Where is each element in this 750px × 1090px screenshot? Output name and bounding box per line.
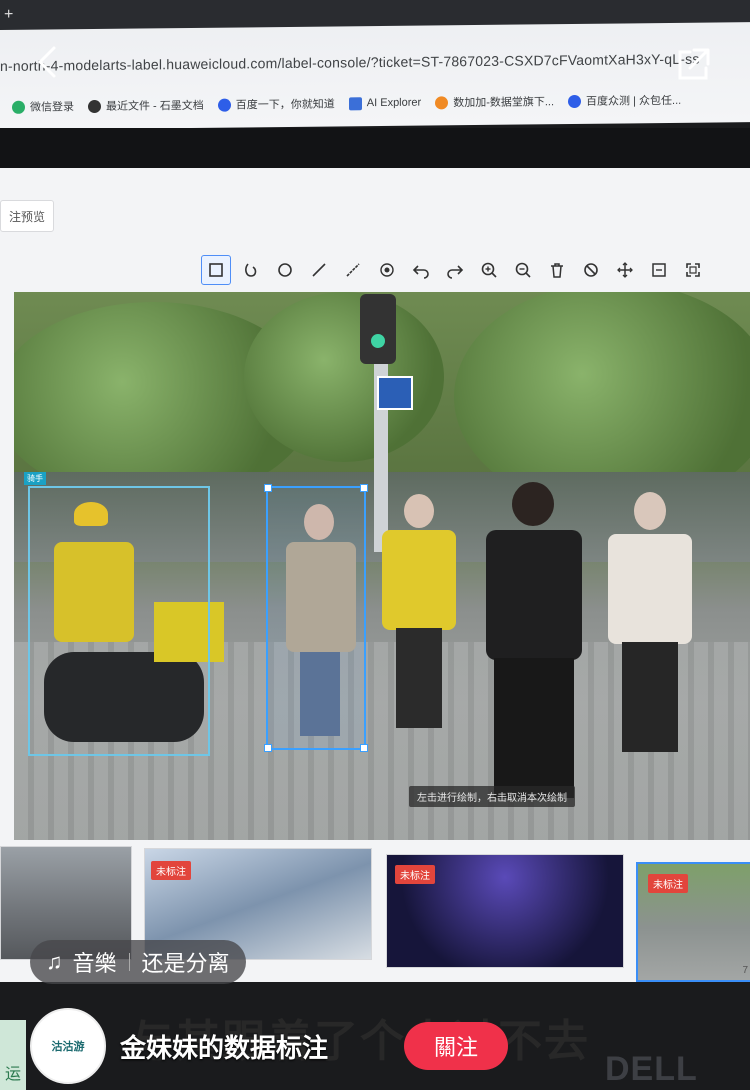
move-icon[interactable] (608, 255, 642, 285)
unlabeled-tag: 未标注 (395, 865, 435, 884)
music-label: 音樂 (72, 951, 117, 976)
point-tool-icon[interactable] (370, 255, 404, 285)
resize-handle[interactable] (264, 744, 272, 752)
annotation-box-rider[interactable] (28, 486, 210, 756)
white-sweater-person (604, 490, 694, 760)
traffic-light (360, 294, 396, 364)
share-icon[interactable] (672, 44, 714, 86)
shimo-icon (88, 99, 101, 113)
redo-icon[interactable] (438, 255, 472, 285)
music-note-icon: ♫ (46, 949, 63, 974)
browser-tab-bar: + (0, 0, 750, 30)
annotation-label: 骑手 (24, 472, 46, 485)
tree-foliage (244, 292, 444, 462)
circle-tool-icon[interactable] (268, 255, 302, 285)
fullscreen-icon[interactable] (676, 255, 710, 285)
bookmark-item[interactable]: AI Explorer (348, 96, 421, 110)
resize-handle[interactable] (264, 484, 272, 492)
green-signal (371, 334, 385, 348)
fit-icon[interactable] (642, 255, 676, 285)
yellow-jacket-person (376, 492, 462, 742)
new-tab-button[interactable]: + (4, 6, 13, 24)
music-bar[interactable]: ♫ 音樂 还是分离 (30, 940, 246, 984)
baidu-crowd-icon (568, 94, 582, 108)
back-icon[interactable] (30, 44, 66, 80)
monitor-brand-logo: DELL (605, 1050, 698, 1088)
annotation-toolbar (198, 254, 710, 286)
avatar[interactable]: 沽沽游 (30, 1008, 106, 1084)
baidu-icon (217, 98, 231, 112)
thumbnail-item[interactable]: 未标注 (386, 854, 624, 968)
bookmarks-bar: 微信登录 最近文件 - 石墨文档 百度一下，你就知道 AI Explorer 数… (0, 84, 750, 122)
bookmark-item[interactable]: 百度一下，你就知道 (217, 95, 335, 112)
bookmark-item[interactable]: 最近文件 - 石墨文档 (88, 97, 204, 114)
ai-icon (348, 96, 362, 110)
crosswalk-sign (377, 376, 413, 410)
unlabeled-tag: 未标注 (648, 874, 688, 893)
music-title: 还是分离 (141, 951, 230, 976)
drawing-hint: 左击进行绘制，右击取消本次绘制 (409, 786, 575, 807)
avatar-text: 沽沽游 (51, 1041, 85, 1053)
zoom-in-icon[interactable] (472, 255, 506, 285)
undo-icon[interactable] (404, 255, 438, 285)
dark-clothes-person (474, 482, 594, 812)
corner-badge: 运 (0, 1020, 26, 1090)
wechat-icon (12, 100, 25, 114)
browser-window: + n-north-4-modelarts-label.huaweicloud.… (0, 0, 750, 130)
rectangle-tool-icon[interactable] (201, 255, 231, 285)
follow-button[interactable]: 關注 (404, 1022, 508, 1070)
unlabeled-tag: 未标注 (151, 861, 191, 880)
bookmark-item[interactable]: 数加加-数据堂旗下... (435, 93, 554, 110)
shujiajia-icon (435, 95, 449, 109)
dashed-line-tool-icon[interactable] (336, 255, 370, 285)
preview-button[interactable]: 注预览 (0, 200, 54, 232)
hide-icon[interactable] (574, 255, 608, 285)
line-tool-icon[interactable] (302, 255, 336, 285)
page-number: 7 (742, 965, 748, 976)
bookmark-item[interactable]: 百度众测 | 众包任... (568, 92, 681, 109)
resize-handle[interactable] (360, 744, 368, 752)
zoom-out-icon[interactable] (506, 255, 540, 285)
monitor-bezel (0, 128, 750, 170)
address-bar[interactable]: n-north-4-modelarts-label.huaweicloud.co… (0, 51, 700, 74)
delete-icon[interactable] (540, 255, 574, 285)
polygon-tool-icon[interactable] (234, 255, 268, 285)
author-name[interactable]: 金妹妹的数据标注 (120, 1028, 328, 1065)
divider (128, 953, 130, 971)
annotation-box-selected[interactable] (264, 484, 368, 752)
thumbnail-item-selected[interactable]: 未标注 7 (636, 862, 750, 982)
image-canvas[interactable]: 骑手 左击进行绘制，右击取消本次绘制 (14, 292, 750, 840)
bookmark-item[interactable]: 微信登录 (12, 98, 74, 115)
resize-handle[interactable] (360, 484, 368, 492)
